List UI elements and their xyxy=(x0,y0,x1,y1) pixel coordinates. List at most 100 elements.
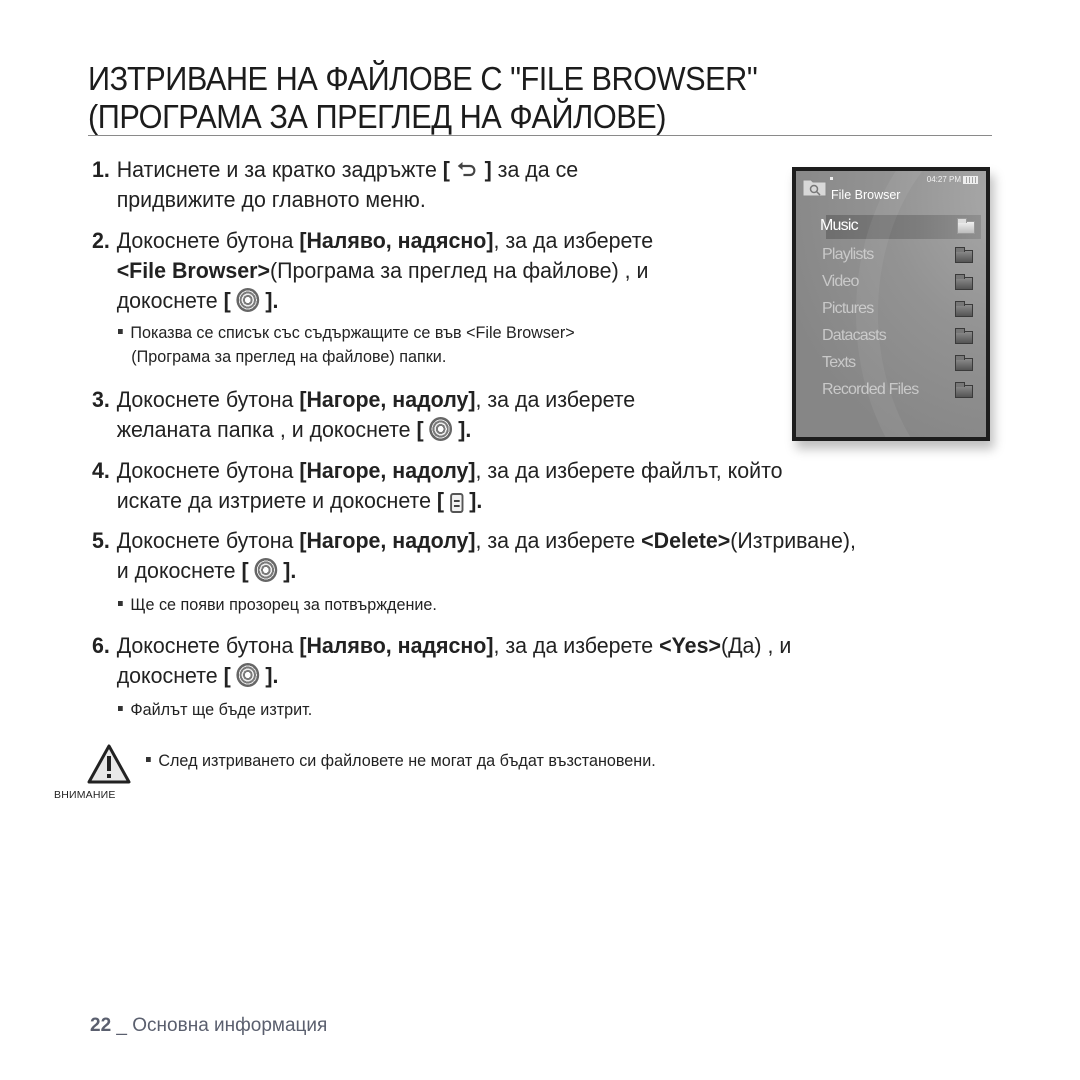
select-button-icon xyxy=(236,288,260,313)
folder-item-texts[interactable]: Texts xyxy=(796,350,986,377)
button-name: [Наляво, надясно] xyxy=(299,633,494,658)
bullet-marker xyxy=(118,706,123,712)
warning-text: След изтриването си файловете не могат д… xyxy=(158,751,656,770)
folder-label: Datacasts xyxy=(822,327,887,344)
folder-icon xyxy=(955,274,973,290)
page-number: 22 xyxy=(90,1015,112,1036)
folder-label: Video xyxy=(822,273,859,290)
step-number: 6. xyxy=(92,633,110,658)
step-number: 3. xyxy=(92,387,110,412)
step-text: (Да) , и xyxy=(720,633,792,658)
bracket: ]. xyxy=(265,663,279,688)
back-icon xyxy=(457,162,476,177)
button-name: [Нагоре, надолу] xyxy=(299,458,476,483)
step-text: Докоснете бутона xyxy=(116,387,300,412)
bracket: ]. xyxy=(469,488,483,513)
step-1: 1. Натиснете и за кратко задръжте [ ] за… xyxy=(92,155,578,215)
bracket: ] xyxy=(484,157,492,182)
bracket: [ xyxy=(442,157,450,182)
step-text: Докоснете бутона xyxy=(116,633,300,658)
folder-label: Recorded Files xyxy=(822,381,919,398)
file-browser-icon xyxy=(802,179,827,197)
menu-item-name: <File Browser> xyxy=(116,258,270,283)
step-text: искате да изтриете и докоснете xyxy=(116,488,437,513)
menu-item-name: <Delete> xyxy=(641,528,731,553)
bracket: [ xyxy=(223,288,231,313)
step-2: 2. Докоснете бутона [Наляво, надясно], з… xyxy=(92,226,653,316)
device-screen: 04:27 PM File Browser Music Playlists Vi… xyxy=(796,171,986,437)
clock: 04:27 PM xyxy=(926,175,961,184)
step-6-note: Файлът ще бъде изтрит. xyxy=(118,698,312,722)
step-text: , за да изберете xyxy=(493,633,660,658)
step-text: , за да изберете файлът, който xyxy=(475,458,783,483)
bracket: ]. xyxy=(283,558,297,583)
note-text: Ще се появи прозорец за потвърждение. xyxy=(130,595,437,614)
folder-item-music[interactable]: Music xyxy=(820,215,981,239)
note-text: (Програма за преглед на файлове) папки. xyxy=(131,347,447,366)
bracket: [ xyxy=(223,663,231,688)
screen-title: File Browser xyxy=(831,188,901,202)
folder-label: Playlists xyxy=(822,246,874,263)
folder-label: Music xyxy=(820,217,859,234)
step-text: и докоснете xyxy=(116,558,242,583)
folder-item-recorded-files[interactable]: Recorded Files xyxy=(796,377,986,404)
warning-icon xyxy=(87,744,131,784)
folder-icon xyxy=(955,382,973,398)
folder-list: Music Playlists Video Pictures Datacasts… xyxy=(796,215,986,404)
step-5-note: Ще се появи прозорец за потвърждение. xyxy=(118,593,437,617)
title-divider xyxy=(88,135,992,136)
step-number: 5. xyxy=(92,528,110,553)
section-name: Основна информация xyxy=(132,1015,328,1036)
bullet-marker xyxy=(118,329,123,335)
title-line-2: (ПРОГРАМА ЗА ПРЕГЛЕД НА ФАЙЛОВЕ) xyxy=(88,98,667,135)
battery-icon xyxy=(963,175,978,184)
step-3: 3. Докоснете бутона [Нагоре, надолу], за… xyxy=(92,385,635,445)
select-button-icon xyxy=(429,417,453,442)
folder-icon xyxy=(955,247,973,263)
menu-item-name: <Yes> xyxy=(659,633,721,658)
folder-label: Pictures xyxy=(822,300,874,317)
step-text: желаната папка , и докоснете xyxy=(116,417,417,442)
page-footer: 22 _ Основна информация xyxy=(90,1015,327,1037)
step-text: докоснете xyxy=(116,288,224,313)
page-title: ИЗТРИВАНЕ НА ФАЙЛОВЕ С "FILE BROWSER" (П… xyxy=(88,60,929,136)
step-text: докоснете xyxy=(116,663,224,688)
step-number: 4. xyxy=(92,458,110,483)
button-name: [Нагоре, надолу] xyxy=(299,387,476,412)
note-text: Файлът ще бъде изтрит. xyxy=(130,700,313,719)
bullet-marker xyxy=(118,601,123,607)
step-text: , за да изберете xyxy=(493,228,654,253)
status-bar: 04:27 PM xyxy=(927,175,978,184)
button-name: [Наляво, надясно] xyxy=(299,228,494,253)
step-text: Докоснете бутона xyxy=(116,458,300,483)
folder-item-pictures[interactable]: Pictures xyxy=(796,296,986,323)
bracket: ]. xyxy=(458,417,472,442)
device-screenshot: 04:27 PM File Browser Music Playlists Vi… xyxy=(792,167,990,441)
folder-icon xyxy=(955,301,973,317)
folder-item-datacasts[interactable]: Datacasts xyxy=(796,323,986,350)
warning-label: ВНИМАНИЕ xyxy=(54,789,116,801)
menu-button-icon xyxy=(450,493,464,514)
step-text: придвижите до главното меню. xyxy=(116,187,426,212)
select-button-icon xyxy=(236,663,260,688)
folder-label: Texts xyxy=(822,354,856,371)
step-4: 4. Докоснете бутона [Нагоре, надолу], за… xyxy=(92,456,783,516)
bracket: [ xyxy=(241,558,249,583)
button-name: [Нагоре, надолу] xyxy=(299,528,476,553)
folder-item-video[interactable]: Video xyxy=(796,269,986,296)
bracket: ]. xyxy=(265,288,279,313)
step-text: , за да изберете xyxy=(475,528,642,553)
step-text: Натиснете и за кратко задръжте xyxy=(116,157,443,182)
step-text: Докоснете бутона xyxy=(116,228,300,253)
folder-icon xyxy=(955,355,973,371)
step-5: 5. Докоснете бутона [Нагоре, надолу], за… xyxy=(92,526,856,586)
title-line-1: ИЗТРИВАНЕ НА ФАЙЛОВЕ С "FILE BROWSER" xyxy=(88,60,758,97)
step-2-note: Показва се списък със съдържащите се във… xyxy=(118,321,575,369)
select-button-icon xyxy=(254,558,278,583)
bracket: [ xyxy=(416,417,424,442)
bracket: [ xyxy=(436,488,445,513)
step-number: 1. xyxy=(92,157,110,182)
folder-item-playlists[interactable]: Playlists xyxy=(796,242,986,269)
step-text: (Програма за преглед на файлове) , и xyxy=(269,258,649,283)
warning-note: След изтриването си файловете не могат д… xyxy=(146,749,656,773)
